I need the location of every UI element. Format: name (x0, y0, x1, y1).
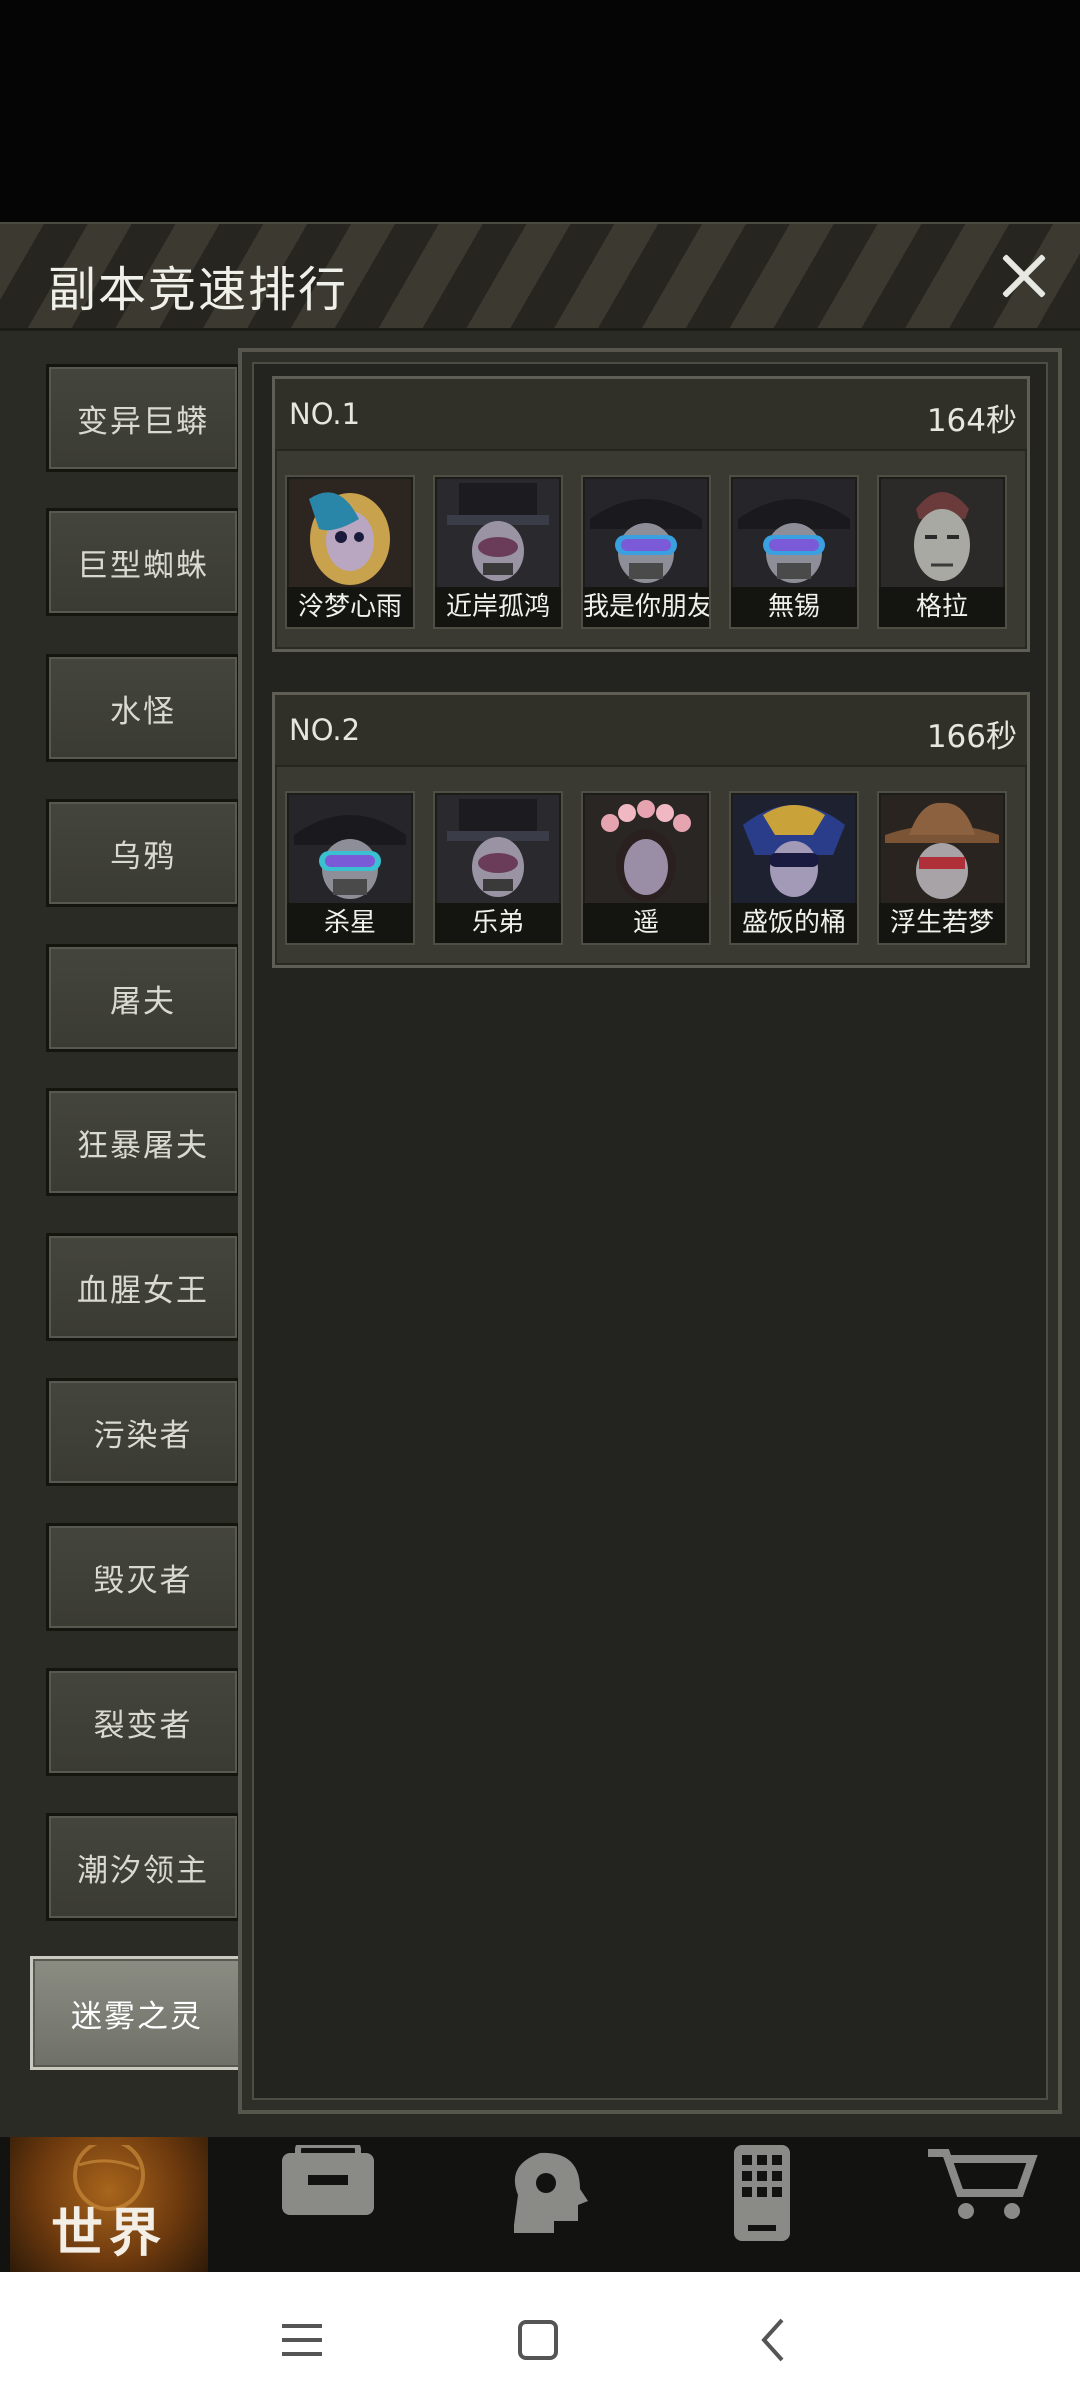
player-card[interactable]: 近岸孤鸿 (433, 475, 563, 629)
cart-icon (928, 2149, 1038, 2219)
boss-tab-destroyer[interactable]: 毁灭者 (46, 1523, 240, 1631)
boss-tab-berserk-butcher[interactable]: 狂暴屠夫 (46, 1088, 240, 1196)
team-players: 杀星 乐弟 遥 盛饭的桶 浮生若梦 (285, 791, 1025, 945)
goggles-hat-avatar (585, 479, 707, 587)
bottom-nav: 世界 (0, 2137, 1080, 2272)
blonde-feather-mask-avatar (289, 479, 411, 587)
boss-tab-crow[interactable]: 乌鸦 (46, 799, 240, 907)
player-name: 浮生若梦 (879, 903, 1005, 943)
player-card[interactable]: 泠梦心雨 (285, 475, 415, 629)
goggles-hat-avatar (289, 795, 411, 903)
player-name: 乐弟 (435, 903, 561, 943)
peacock-mask-avatar (733, 795, 855, 903)
boss-list: 变异巨蟒 巨型蜘蛛 水怪 乌鸦 屠夫 狂暴屠夫 血腥女王 污染者 毁灭者 裂变者… (0, 224, 244, 2139)
top-hat-masked-avatar (437, 795, 559, 903)
player-name: 近岸孤鸿 (435, 587, 561, 627)
cowboy-hat-avatar (881, 795, 1003, 903)
ranking-card: NO.1 164秒 泠梦心雨 近岸孤鸿 我是你朋友 無锡 格拉 (272, 376, 1030, 652)
mohawk-man-avatar (881, 479, 1003, 587)
player-card[interactable]: 無锡 (729, 475, 859, 629)
shop-tab[interactable] (880, 2137, 1080, 2272)
player-name: 我是你朋友 (583, 587, 709, 627)
player-name: 格拉 (879, 587, 1005, 627)
player-name: 遥 (583, 903, 709, 943)
rank-number: NO.1 (289, 397, 361, 431)
boss-tab-butcher[interactable]: 屠夫 (46, 944, 240, 1052)
player-name: 盛饭的桶 (731, 903, 857, 943)
player-card[interactable]: 盛饭的桶 (729, 791, 859, 945)
goggles-hat-avatar (733, 479, 855, 587)
boss-tab-water-monster[interactable]: 水怪 (46, 654, 240, 762)
player-card[interactable]: 我是你朋友 (581, 475, 711, 629)
menu-icon[interactable] (272, 2310, 332, 2370)
player-name: 杀星 (287, 903, 413, 943)
player-card[interactable]: 杀星 (285, 791, 415, 945)
character-tab[interactable] (444, 2137, 644, 2272)
close-icon[interactable] (992, 244, 1056, 308)
world-tab-label: 世界 (50, 2204, 167, 2264)
ranking-card-header: NO.2 166秒 (275, 695, 1027, 767)
speed-ranking-dialog: 副本竞速排行 变异巨蟒 巨型蜘蛛 水怪 乌鸦 屠夫 狂暴屠夫 血腥女王 污染者 … (0, 222, 1080, 2139)
ranking-panel: NO.1 164秒 泠梦心雨 近岸孤鸿 我是你朋友 無锡 格拉 NO.2 166… (238, 348, 1062, 2114)
boss-tab-polluter[interactable]: 污染者 (46, 1378, 240, 1486)
status-bar-area (0, 0, 1080, 222)
player-card[interactable]: 遥 (581, 791, 711, 945)
head-gear-icon (514, 2152, 588, 2233)
ranking-card-header: NO.1 164秒 (275, 379, 1027, 451)
player-card[interactable]: 乐弟 (433, 791, 563, 945)
boss-tab-bloody-queen[interactable]: 血腥女王 (46, 1233, 240, 1341)
home-icon[interactable] (508, 2310, 568, 2370)
player-name: 泠梦心雨 (287, 587, 413, 627)
backpack-tab[interactable] (228, 2137, 428, 2272)
player-card[interactable]: 浮生若梦 (877, 791, 1007, 945)
rank-time: 166秒 (926, 719, 1017, 755)
team-players: 泠梦心雨 近岸孤鸿 我是你朋友 無锡 格拉 (285, 475, 1025, 629)
player-card[interactable]: 格拉 (877, 475, 1007, 629)
top-hat-masked-avatar (437, 479, 559, 587)
boss-tab-mutant-python[interactable]: 变异巨蟒 (46, 364, 240, 472)
boss-tab-giant-spider[interactable]: 巨型蜘蛛 (46, 508, 240, 616)
backpack-icon (282, 2145, 374, 2215)
boss-tab-mist-spirit[interactable]: 迷雾之灵 (30, 1956, 244, 2070)
phone-tab[interactable] (662, 2137, 862, 2272)
flower-crown-avatar (585, 795, 707, 903)
system-nav-bar (0, 2272, 1080, 2403)
rank-time: 164秒 (926, 403, 1017, 439)
boss-tab-fissioner[interactable]: 裂变者 (46, 1668, 240, 1776)
phone-icon (734, 2145, 790, 2241)
boss-tab-tide-lord[interactable]: 潮汐领主 (46, 1813, 240, 1921)
back-icon[interactable] (744, 2310, 804, 2370)
player-name: 無锡 (731, 587, 857, 627)
rank-number: NO.2 (289, 713, 361, 747)
world-tab[interactable]: 世界 (10, 2137, 208, 2272)
ranking-card: NO.2 166秒 杀星 乐弟 遥 盛饭的桶 浮生若梦 (272, 692, 1030, 968)
